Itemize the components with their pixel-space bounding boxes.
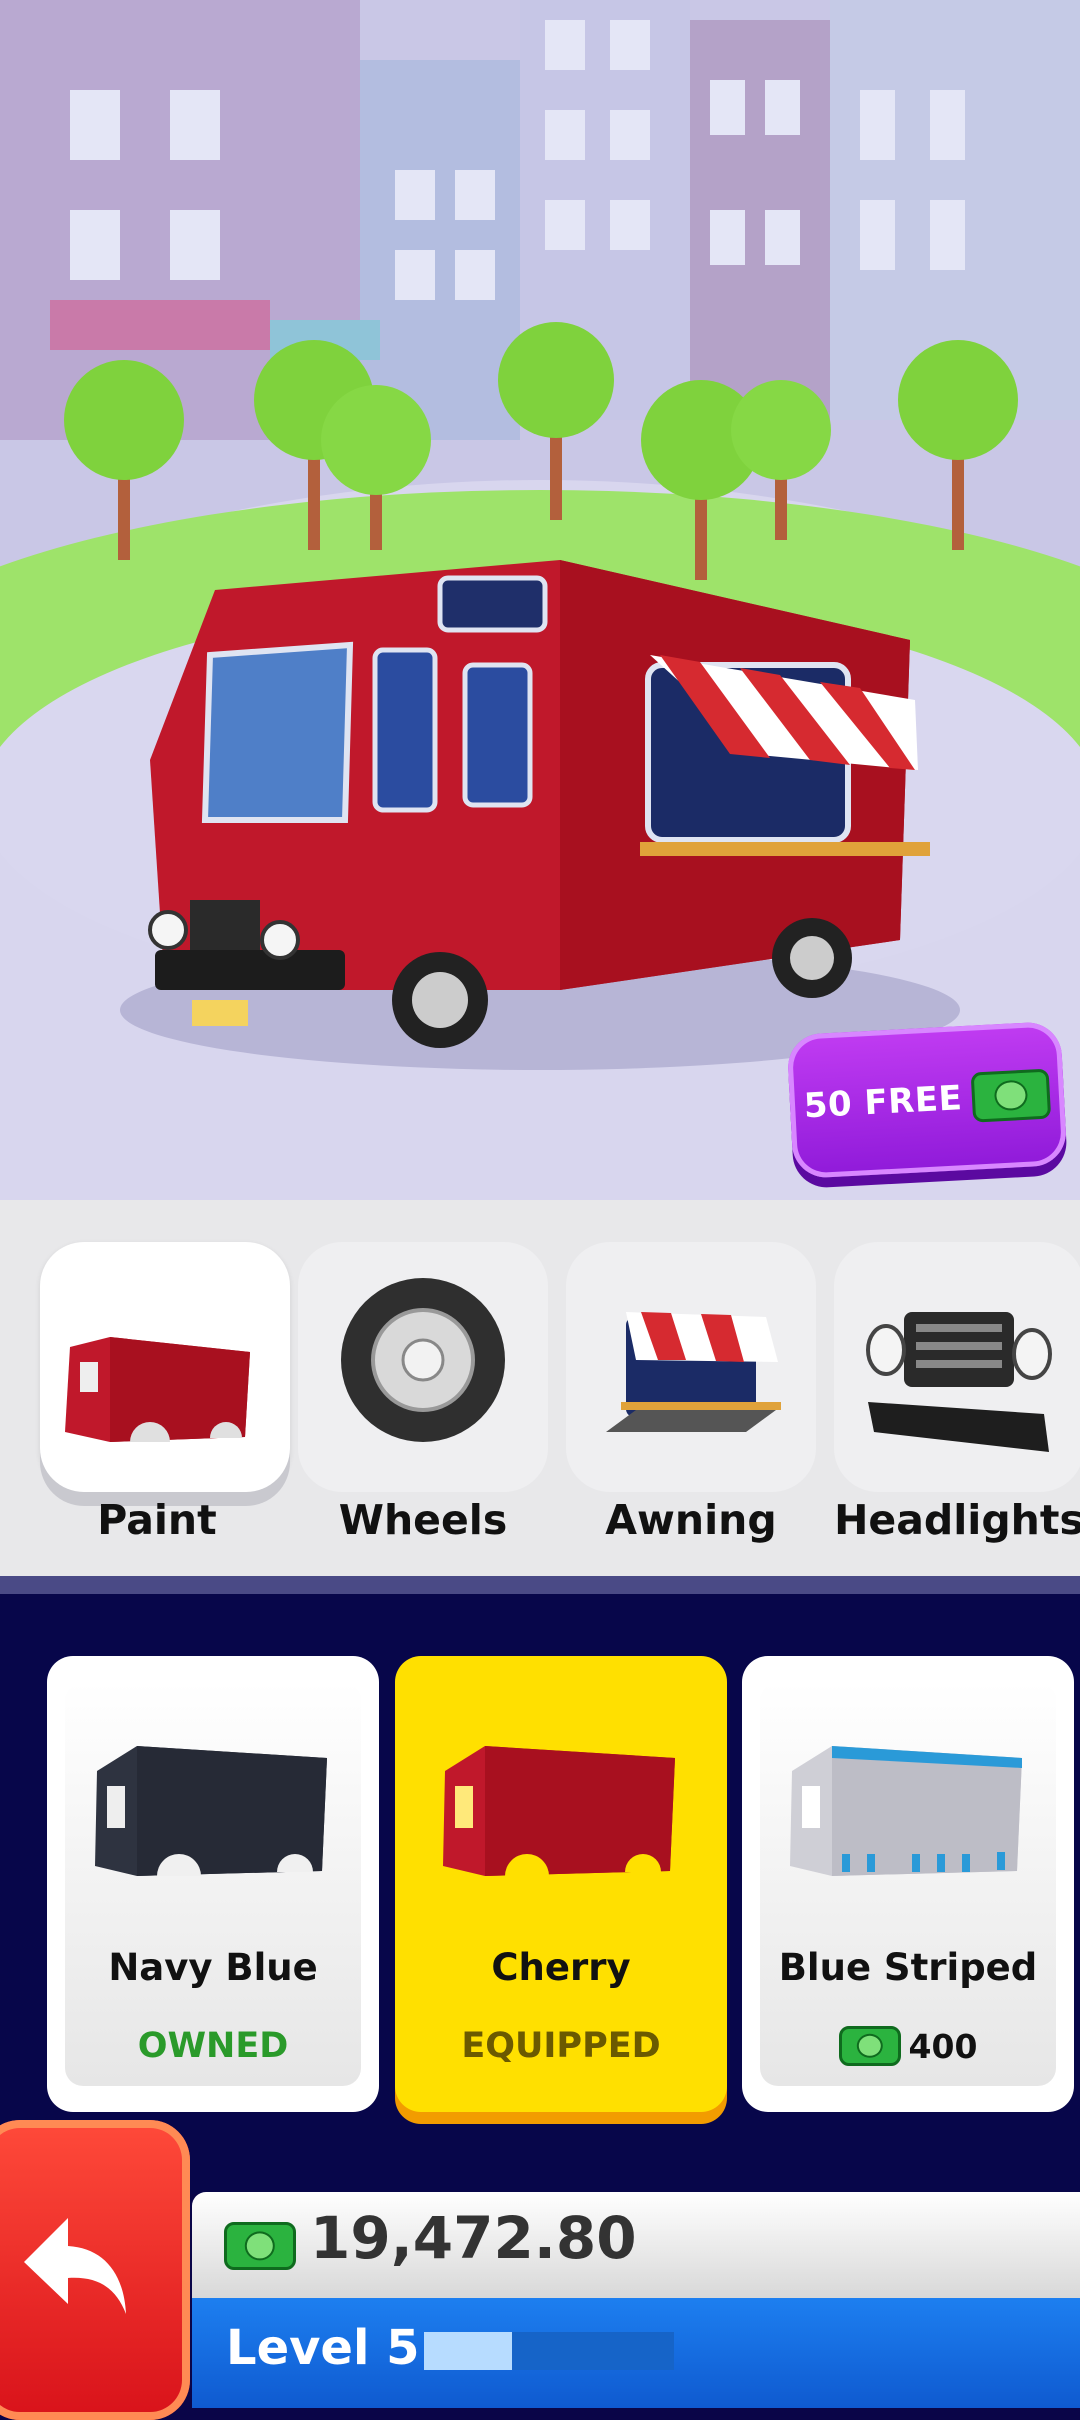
wallet-amount: 19,472.80 xyxy=(310,2204,637,2272)
headlights-icon xyxy=(866,1312,1052,1452)
item-card-navy-blue[interactable]: Navy Blue OWNED xyxy=(47,1656,379,2112)
level-indicator: Level 5 xyxy=(192,2298,1080,2408)
cash-icon xyxy=(224,2222,296,2270)
paint-truck-icon xyxy=(65,1337,250,1442)
free-cash-button[interactable]: 50 FREE xyxy=(786,1020,1068,1180)
food-truck-preview xyxy=(120,560,960,1070)
item-name: Navy Blue xyxy=(108,1946,318,1989)
wallet-balance: 19,472.80 xyxy=(192,2192,1080,2298)
city-background xyxy=(0,0,1080,1200)
back-button[interactable] xyxy=(0,2120,190,2420)
level-progress-fill xyxy=(424,2332,512,2370)
item-name: Blue Striped xyxy=(778,1946,1038,1989)
cash-icon xyxy=(838,2026,901,2066)
item-name: Cherry xyxy=(491,1946,631,1989)
item-card-cherry[interactable]: Cherry EQUIPPED xyxy=(395,1656,727,2112)
level-label: Level 5 xyxy=(226,2320,420,2376)
tab-awning-label: Awning xyxy=(605,1496,777,1544)
blue-striped-paint-preview xyxy=(790,1746,1022,1876)
wheel-icon xyxy=(341,1278,505,1442)
back-arrow-icon xyxy=(24,2218,126,2314)
paint-items: Navy Blue OWNED Cherry EQUIPPED Blue Str… xyxy=(0,1594,1080,2194)
tab-wheels[interactable] xyxy=(298,1242,548,1492)
garage-scene: 50 FREE xyxy=(0,0,1080,1200)
tab-awning[interactable] xyxy=(566,1242,816,1492)
free-cash-label: 50 FREE xyxy=(802,1078,964,1127)
tabs-divider xyxy=(0,1576,1080,1594)
item-price-value: 400 xyxy=(908,2026,978,2066)
tab-headlights-label: Headlights xyxy=(834,1496,1080,1544)
category-tabs: Paint Wheels Awning Headlights xyxy=(0,1200,1080,1576)
tab-paint[interactable] xyxy=(40,1242,290,1492)
level-progress-bar xyxy=(424,2332,674,2370)
navy-paint-preview xyxy=(95,1746,327,1876)
item-status-owned: OWNED xyxy=(137,2026,289,2066)
tab-paint-label: Paint xyxy=(97,1496,217,1544)
item-card-blue-striped[interactable]: Blue Striped 400 xyxy=(742,1656,1074,2112)
awning-icon xyxy=(606,1312,781,1432)
item-status-equipped: EQUIPPED xyxy=(461,2026,661,2066)
item-price: 400 xyxy=(742,2026,1074,2066)
cash-icon xyxy=(970,1068,1052,1123)
tab-headlights[interactable] xyxy=(834,1242,1080,1492)
tab-wheels-label: Wheels xyxy=(338,1496,508,1544)
cherry-paint-preview xyxy=(443,1746,675,1876)
